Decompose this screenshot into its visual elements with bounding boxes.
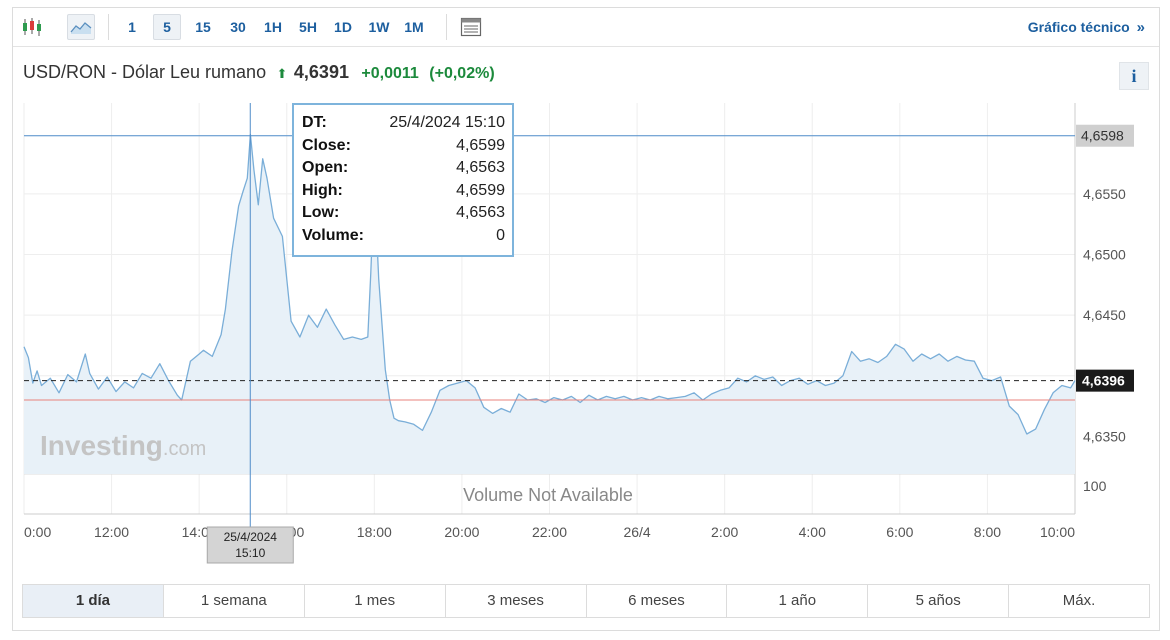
range-button[interactable]: 1 mes — [305, 585, 446, 617]
x-tick-label: 2:00 — [711, 524, 738, 540]
volume-axis-label: 100 — [1083, 478, 1107, 494]
x-tick-label: 26/4 — [623, 524, 650, 540]
tooltip-value: 0 — [496, 226, 505, 244]
price-chart[interactable]: Investing.com4,63504,64004,64504,65004,6… — [0, 0, 1170, 580]
tooltip-label: High: — [302, 181, 343, 199]
tooltip-row: Open: 4,6563 — [302, 157, 505, 180]
volume-unavailable-text: Volume Not Available — [463, 485, 633, 505]
tooltip-label: Open: — [302, 159, 349, 177]
tooltip-row: Close: 4,6599 — [302, 135, 505, 158]
tooltip-value: 25/4/2024 15:10 — [389, 114, 505, 131]
tooltip-value: 4,6599 — [456, 181, 505, 199]
range-button[interactable]: 3 meses — [446, 585, 587, 617]
tooltip-row: Volume: 0 — [302, 225, 505, 248]
tooltip-value: 4,6563 — [456, 204, 505, 222]
x-tick-label: 10:00 — [1040, 524, 1075, 540]
range-button[interactable]: 5 años — [868, 585, 1010, 617]
y-tick-label: 4,6450 — [1083, 307, 1126, 323]
y-tick-label: 4,6550 — [1083, 186, 1126, 202]
x-tick-label: 0:00 — [24, 524, 51, 540]
tooltip-value: 4,6563 — [456, 159, 505, 177]
range-button[interactable]: 1 día — [23, 585, 164, 617]
tooltip-label: DT: — [302, 114, 327, 131]
range-button[interactable]: 1 semana — [164, 585, 305, 617]
tooltip-value: 4,6599 — [456, 136, 505, 154]
y-tick-label: 4,6350 — [1083, 428, 1126, 444]
y-tick-label: 4,6500 — [1083, 247, 1126, 263]
crosshair-date-label: 25/4/2024 — [224, 530, 278, 544]
range-button[interactable]: 6 meses — [587, 585, 728, 617]
x-tick-label: 8:00 — [974, 524, 1001, 540]
price-tooltip: DT: 25/4/2024 15:10 Close: 4,6599 Open: 4,656… — [292, 103, 514, 257]
range-button[interactable]: Máx. — [1009, 585, 1149, 617]
crosshair-time-label: 15:10 — [235, 546, 265, 560]
x-tick-label: 18:00 — [357, 524, 392, 540]
x-tick-label: 22:00 — [532, 524, 567, 540]
tooltip-row: High: 4,6599 — [302, 180, 505, 203]
range-selector: 1 día 1 semana 1 mes 3 meses 6 meses 1 año 5 a… — [22, 584, 1150, 618]
x-tick-label: 12:00 — [94, 524, 129, 540]
tooltip-label: Volume: — [302, 226, 364, 244]
tooltip-label: Close: — [302, 136, 351, 154]
tooltip-row: DT: 25/4/2024 15:10 — [302, 112, 505, 135]
watermark-suffix: .com — [163, 438, 206, 460]
x-tick-label: 4:00 — [799, 524, 826, 540]
tooltip-label: Low: — [302, 204, 340, 222]
x-tick-label: 20:00 — [444, 524, 479, 540]
tooltip-row: Low: 4,6563 — [302, 202, 505, 225]
current-price-label: 4,6396 — [1082, 373, 1125, 389]
range-button[interactable]: 1 año — [727, 585, 869, 617]
x-tick-label: 6:00 — [886, 524, 913, 540]
crosshair-price-label: 4,6598 — [1081, 128, 1124, 144]
